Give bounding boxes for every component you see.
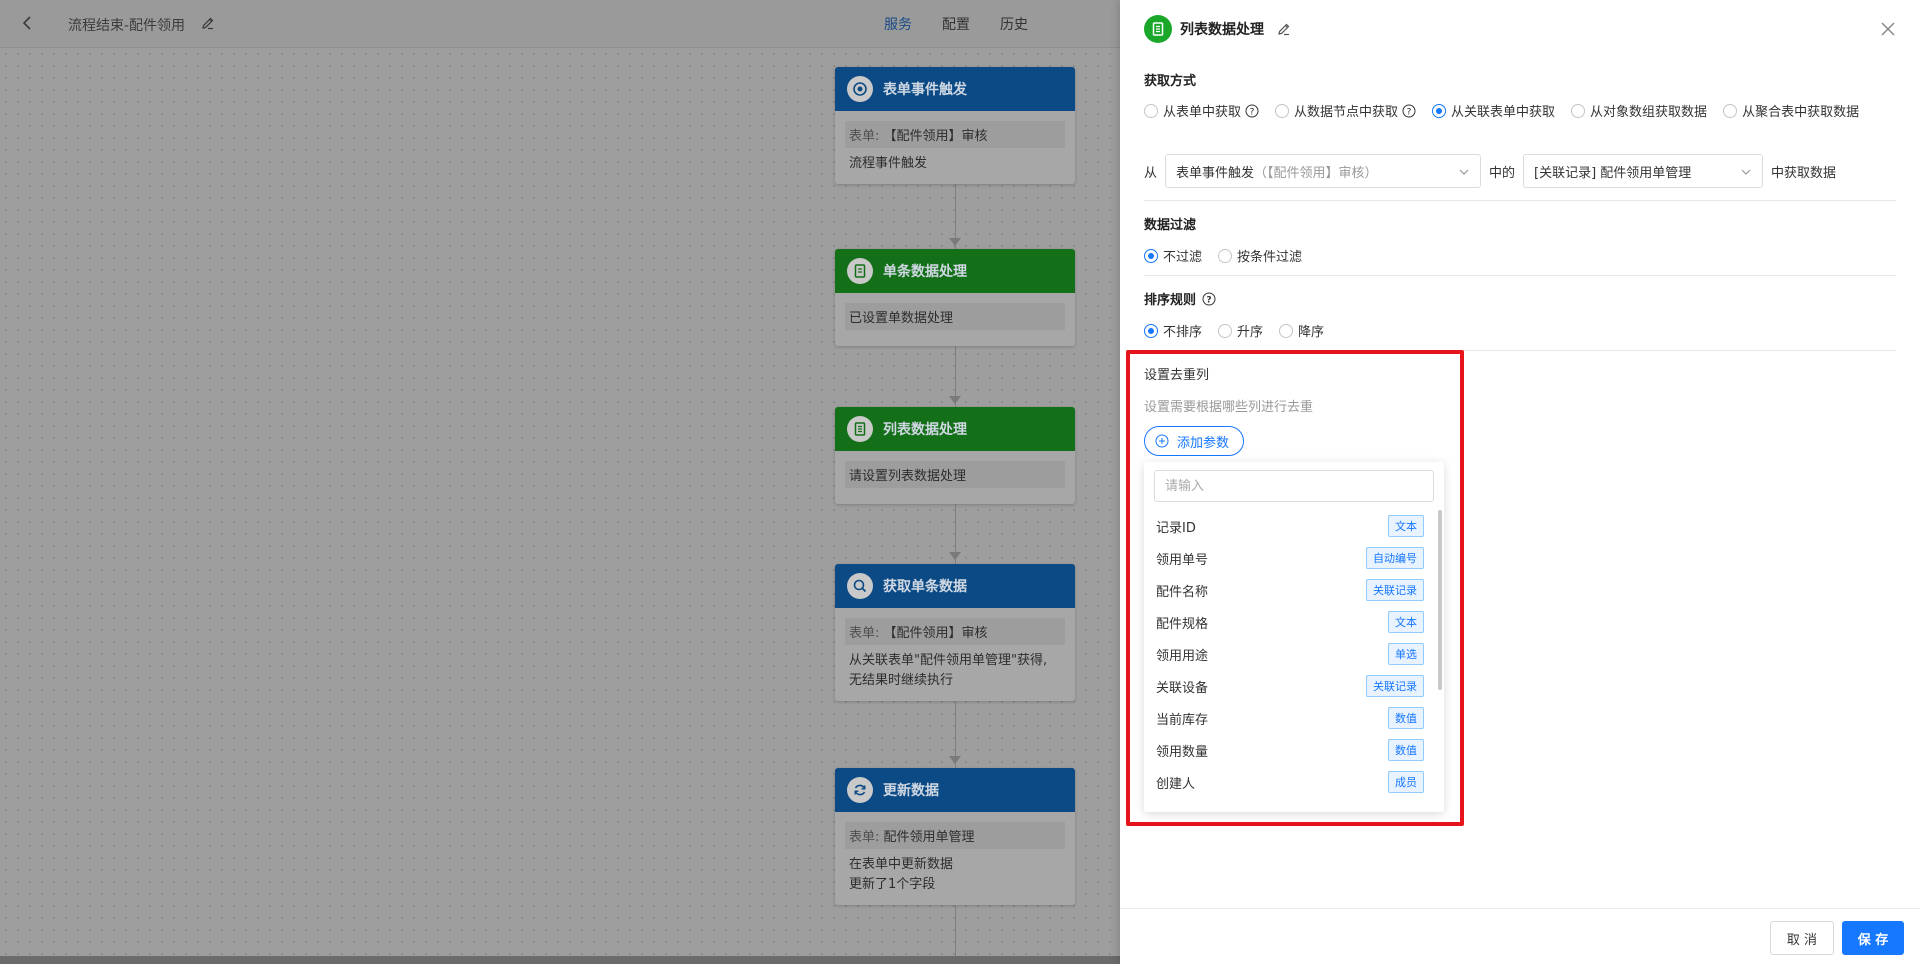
connector-arrow [949,238,961,246]
cancel-button[interactable]: 取 消 [1770,921,1834,955]
editor-topbar: 流程结束-配件领用 服务 配置 历史 [0,0,1120,48]
radio-from-linked-form[interactable]: 从关联表单中获取 [1432,101,1555,120]
source-node-select[interactable]: 表单事件触发 （【配件领用】审核） [1165,154,1482,188]
close-icon[interactable] [1878,19,1898,39]
flow-title: 流程结束-配件领用 [68,18,186,34]
node-update-data[interactable]: 更新数据 表单: 配件领用单管理 在表单中更新数据 更新了1个字段 [835,768,1075,905]
node-desc: 在表单中更新数据 [849,857,954,872]
tab-service[interactable]: 服务 [884,14,912,34]
radio-no-sort[interactable]: 不排序 [1144,321,1202,340]
target-icon [847,76,873,102]
node-header: 列表数据处理 [835,407,1075,451]
node-form-trigger[interactable]: 表单事件触发 表单: 【配件领用】审核 流程事件触发 [835,67,1075,184]
sort-options: 不排序 升序 降序 [1144,321,1884,340]
svg-text:?: ? [1206,295,1211,305]
node-title: 单条数据处理 [883,264,967,280]
connector-arrow [949,552,961,560]
radio-ascending[interactable]: 升序 [1218,321,1263,340]
canvas-horizontal-scrollbar[interactable] [0,956,1120,964]
editor-tabs: 服务 配置 历史 [884,14,1028,34]
fetch-method-title: 获取方式 [1144,74,1197,89]
help-icon: ? [1202,292,1216,305]
node-desc: 更新了1个字段 [849,877,936,892]
node-form-chip: 表单: 【配件领用】审核 [845,618,1065,645]
connector-arrow [949,396,961,404]
pencil-icon[interactable] [1276,21,1292,37]
radio-from-form[interactable]: 从表单中获取 ? [1144,101,1259,120]
node-form-chip: 表单: 配件领用单管理 [845,822,1065,849]
divider [1144,275,1896,276]
radio-no-filter[interactable]: 不过滤 [1144,246,1202,265]
search-icon [847,573,873,599]
chevron-down-icon [1741,169,1751,175]
fetch-method-options: 从表单中获取 ? 从数据节点中获取 ? 从关联表单中获取 从对象数组获取数据 从… [1144,101,1884,120]
list-icon [1144,15,1172,43]
help-icon: ? [1245,104,1259,117]
node-status-chip: 已设置单数据处理 [845,303,1065,330]
svg-text:?: ? [1407,107,1412,117]
node-status-chip: 请设置列表数据处理 [845,461,1065,488]
drawer-footer: 取 消 保 存 [1120,908,1920,964]
divider [1144,200,1896,201]
radio-descending[interactable]: 降序 [1279,321,1324,340]
highlight-box [1126,350,1464,826]
source-suffix: 中获取数据 [1771,165,1837,181]
radio-filter-by-condition[interactable]: 按条件过滤 [1218,246,1302,265]
node-desc: 从关联表单"配件领用单管理"获得, [849,653,1048,668]
source-middle: 中的 [1489,165,1516,181]
node-header: 单条数据处理 [835,249,1075,293]
node-get-single[interactable]: 获取单条数据 表单: 【配件领用】审核 从关联表单"配件领用单管理"获得, 无结… [835,564,1075,701]
help-icon: ? [1402,104,1416,117]
refresh-icon [847,777,873,803]
node-title: 列表数据处理 [883,422,967,438]
node-title: 更新数据 [883,783,939,799]
filter-options: 不过滤 按条件过滤 [1144,246,1884,265]
tab-config[interactable]: 配置 [942,14,970,34]
node-header: 获取单条数据 [835,564,1075,608]
node-desc: 流程事件触发 [849,156,928,171]
node-single-data[interactable]: 单条数据处理 已设置单数据处理 [835,249,1075,346]
radio-from-object-array[interactable]: 从对象数组获取数据 [1571,101,1707,120]
source-prefix: 从 [1144,165,1158,181]
source-row: 从 表单事件触发 （【配件领用】审核） 中的 [关联记录] 配件领用单管理 中获取… [1144,154,1836,188]
document-icon [847,258,873,284]
node-list-data[interactable]: 列表数据处理 请设置列表数据处理 [835,407,1075,504]
node-title: 表单事件触发 [883,82,967,98]
svg-text:?: ? [1250,107,1255,117]
radio-from-aggregate-table[interactable]: 从聚合表中获取数据 [1723,101,1859,120]
linked-record-select[interactable]: [关联记录] 配件领用单管理 [1523,154,1764,188]
node-header: 更新数据 [835,768,1075,812]
list-icon [847,416,873,442]
node-header: 表单事件触发 [835,67,1075,111]
save-button[interactable]: 保 存 [1842,921,1904,955]
drawer-header: 列表数据处理 [1120,0,1920,58]
filter-title: 数据过滤 [1144,218,1197,233]
config-drawer: 列表数据处理 获取方式 从表单中获取 ? 从数据节点中获取 ? 从关联表单中获取… [1120,0,1920,964]
back-arrow-icon[interactable] [18,12,38,34]
tab-history[interactable]: 历史 [1000,14,1028,34]
sort-title: 排序规则 ? [1144,289,1216,308]
connector-arrow [949,756,961,764]
radio-from-data-node[interactable]: 从数据节点中获取 ? [1275,101,1416,120]
node-title: 获取单条数据 [883,579,967,595]
pencil-icon[interactable] [200,15,216,31]
drawer-title: 列表数据处理 [1180,22,1264,38]
chevron-down-icon [1459,169,1469,175]
node-desc: 无结果时继续执行 [849,673,954,688]
node-form-chip: 表单: 【配件领用】审核 [845,121,1065,148]
